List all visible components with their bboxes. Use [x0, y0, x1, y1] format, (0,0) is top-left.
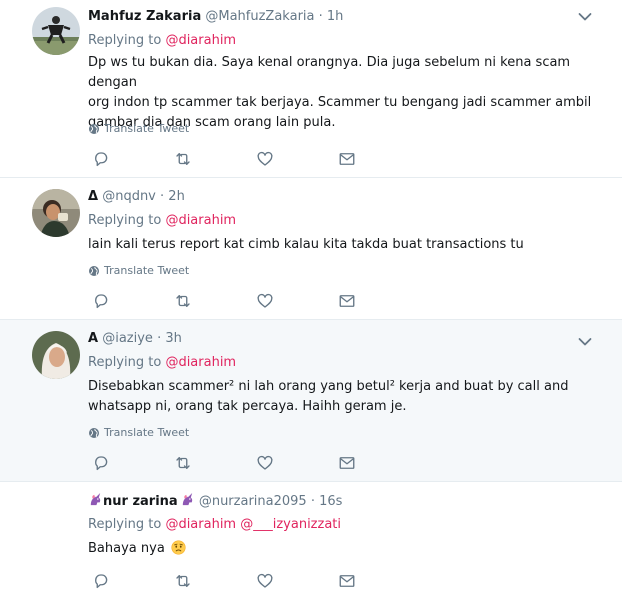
unicorn-icon [88, 492, 103, 507]
translate-label: Translate Tweet [104, 264, 190, 277]
direct-message-button[interactable] [338, 454, 420, 472]
direct-message-button[interactable] [338, 572, 420, 590]
tweet-text-line: org indon tp scammer tak berjaya. Scamme… [88, 95, 592, 110]
envelope-icon [338, 454, 356, 472]
author-name[interactable]: Mahfuz Zakaria [88, 9, 201, 24]
replying-to-link[interactable]: @diarahim [165, 355, 236, 370]
tweet-actions [92, 454, 420, 472]
tweet-text-line: Disebabkan scammer² ni lah orang yang be… [88, 379, 569, 394]
reply-feed: Mahfuz Zakaria @MahfuzZakaria · 1h Reply… [0, 0, 622, 588]
heart-icon [256, 454, 274, 472]
reply-icon [92, 454, 110, 472]
retweet-button[interactable] [174, 150, 256, 168]
replying-to-prefix: Replying to [88, 517, 162, 532]
direct-message-button[interactable] [338, 150, 420, 168]
tweet[interactable]: A @iaziye · 3h Replying to @diarahim Dis… [0, 320, 622, 482]
tweet-text-line: Bahaya nya [88, 541, 165, 556]
retweet-icon [174, 454, 192, 472]
retweet-button[interactable] [174, 292, 256, 310]
author-handle[interactable]: @nqdnv [102, 189, 156, 204]
author-name[interactable]: nur zarina [103, 494, 178, 509]
retweet-button[interactable] [174, 572, 256, 590]
chevron-down-icon[interactable] [578, 12, 592, 22]
like-button[interactable] [256, 292, 338, 310]
tweet[interactable]: Δ @nqdnv · 2h Replying to @diarahim lain… [0, 178, 622, 320]
reply-icon [92, 150, 110, 168]
heart-icon [256, 150, 274, 168]
tweet-text-line: Dp ws tu bukan dia. Saya kenal orangnya.… [88, 55, 571, 90]
replying-to-prefix: Replying to [88, 213, 162, 228]
reply-button[interactable] [92, 292, 174, 310]
tweet-header: nur zarina @nurzarina2095 · 16s [88, 492, 342, 509]
tweet[interactable]: nur zarina @nurzarina2095 · 16s Replying… [0, 482, 622, 588]
tweet-text: Disebabkan scammer² ni lah orang yang be… [88, 377, 598, 417]
reply-button[interactable] [92, 572, 174, 590]
replying-to-prefix: Replying to [88, 355, 162, 370]
retweet-icon [174, 292, 192, 310]
envelope-icon [338, 292, 356, 310]
tweet-actions [92, 150, 420, 168]
reply-button[interactable] [92, 150, 174, 168]
tweet-text: Bahaya nya [88, 539, 598, 559]
reply-button[interactable] [92, 454, 174, 472]
retweet-icon [174, 572, 192, 590]
reply-icon [92, 572, 110, 590]
replying-to: Replying to @diarahim [88, 33, 236, 48]
translate-label: Translate Tweet [104, 122, 190, 135]
translate-tweet[interactable]: Translate Tweet [88, 426, 189, 439]
globe-icon [88, 265, 100, 277]
timestamp[interactable]: · 16s [311, 494, 343, 509]
avatar[interactable] [32, 189, 80, 237]
translate-tweet[interactable]: Translate Tweet [88, 264, 189, 277]
worried-face-emoji [171, 540, 186, 555]
heart-icon [256, 572, 274, 590]
avatar[interactable] [32, 7, 80, 55]
author-handle[interactable]: @MahfuzZakaria [205, 9, 314, 24]
tweet-text-line: whatsapp ni, orang tak percaya. Haihh ge… [88, 399, 407, 414]
like-button[interactable] [256, 454, 338, 472]
avatar[interactable] [32, 331, 80, 379]
author-handle[interactable]: @iaziye [102, 331, 153, 346]
tweet-actions [92, 292, 420, 310]
retweet-button[interactable] [174, 454, 256, 472]
timestamp[interactable]: · 2h [160, 189, 185, 204]
replying-to: Replying to @diarahim @___izyanizzati [88, 517, 341, 532]
replying-to: Replying to @diarahim [88, 213, 236, 228]
tweet[interactable]: Mahfuz Zakaria @MahfuzZakaria · 1h Reply… [0, 0, 622, 178]
tweet-text: Dp ws tu bukan dia. Saya kenal orangnya.… [88, 53, 598, 133]
globe-icon [88, 123, 100, 135]
replying-to: Replying to @diarahim [88, 355, 236, 370]
chevron-down-icon[interactable] [578, 337, 592, 347]
like-button[interactable] [256, 572, 338, 590]
heart-icon [256, 292, 274, 310]
globe-icon [88, 427, 100, 439]
tweet-actions [92, 572, 420, 590]
tweet-text-line: lain kali terus report kat cimb kalau ki… [88, 237, 524, 252]
author-name[interactable]: Δ [88, 189, 98, 204]
unicorn-icon [180, 492, 195, 507]
translate-tweet[interactable]: Translate Tweet [88, 122, 189, 135]
replying-to-prefix: Replying to [88, 33, 162, 48]
translate-label: Translate Tweet [104, 426, 190, 439]
replying-to-link[interactable]: @diarahim [165, 33, 236, 48]
retweet-icon [174, 150, 192, 168]
envelope-icon [338, 572, 356, 590]
tweet-header: Mahfuz Zakaria @MahfuzZakaria · 1h [88, 9, 343, 24]
like-button[interactable] [256, 150, 338, 168]
tweet-header: Δ @nqdnv · 2h [88, 189, 185, 204]
replying-to-link[interactable]: @___izyanizzati [240, 517, 341, 532]
tweet-text: lain kali terus report kat cimb kalau ki… [88, 235, 598, 255]
author-name[interactable]: A [88, 331, 98, 346]
timestamp[interactable]: · 3h [157, 331, 182, 346]
author-handle[interactable]: @nurzarina2095 [199, 494, 307, 509]
direct-message-button[interactable] [338, 292, 420, 310]
envelope-icon [338, 150, 356, 168]
replying-to-link[interactable]: @diarahim [165, 213, 236, 228]
tweet-header: A @iaziye · 3h [88, 331, 182, 346]
replying-to-link[interactable]: @diarahim [165, 517, 236, 532]
reply-icon [92, 292, 110, 310]
timestamp[interactable]: · 1h [319, 9, 344, 24]
